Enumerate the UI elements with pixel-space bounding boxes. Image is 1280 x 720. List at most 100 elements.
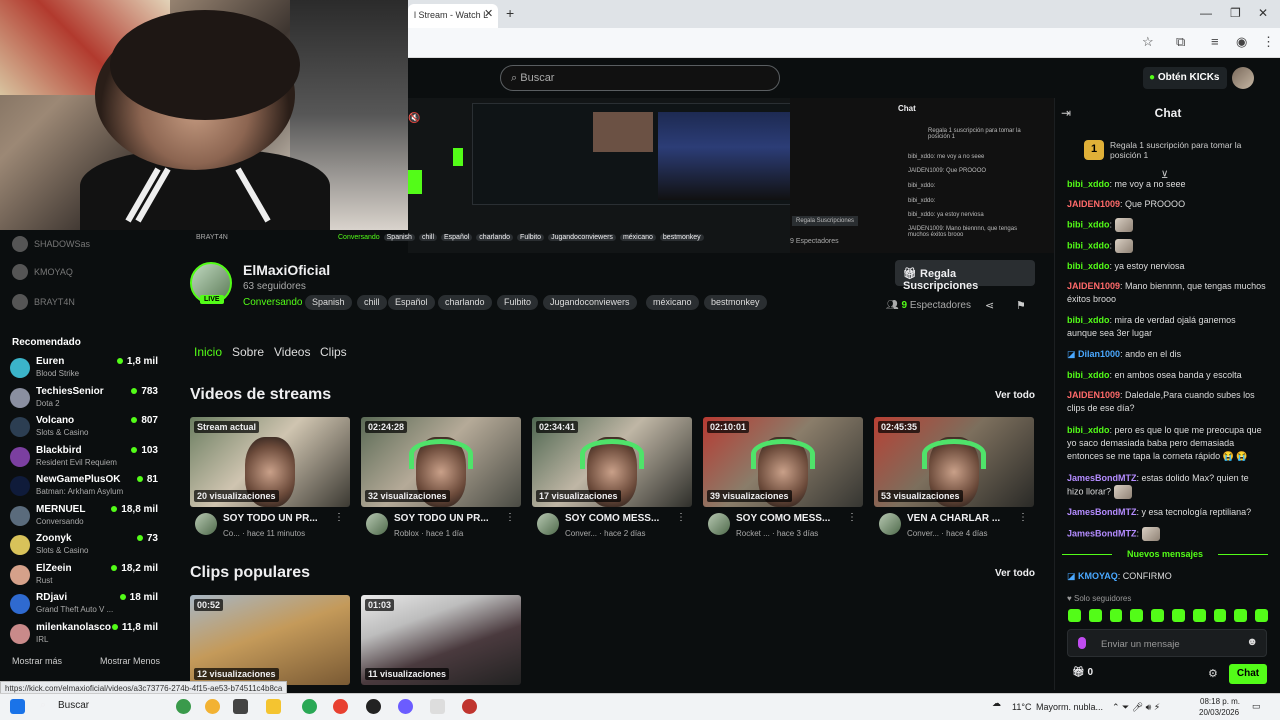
more-options-icon[interactable]: ⋮	[505, 512, 515, 523]
tag[interactable]: chill	[357, 295, 387, 310]
video-thumbnail[interactable]: 02:24:28 32 visualizaciones	[361, 417, 521, 507]
clips-section-title: Clips populares	[190, 564, 311, 581]
user-avatar[interactable]	[1232, 67, 1254, 89]
tab-clips[interactable]: Clips	[320, 345, 347, 359]
gear-icon[interactable]: ⚙	[1208, 667, 1218, 680]
tag[interactable]: Jugandoconviewers	[543, 295, 637, 310]
video-card[interactable]: 02:45:35 53 visualizaciones VEN A CHARLAR …	[874, 417, 1034, 543]
video-title[interactable]: VEN A CHARLAR ...	[907, 513, 1012, 524]
profile-icon[interactable]: ◉	[1236, 34, 1247, 50]
video-card[interactable]: 02:34:41 17 visualizaciones SOY COMO MESS.…	[532, 417, 692, 543]
video-card[interactable]: 02:24:28 32 visualizaciones SOY TODO UN PR…	[361, 417, 521, 543]
video-thumbnail[interactable]: 02:10:01 39 visualizaciones	[703, 417, 863, 507]
video-thumbnail[interactable]: 02:34:41 17 visualizaciones	[532, 417, 692, 507]
video-title[interactable]: SOY COMO MESS...	[736, 513, 841, 524]
chrome-icon[interactable]	[333, 699, 348, 714]
notifications-icon[interactable]: ▭	[1252, 701, 1261, 712]
sidebar-item-recommended[interactable]: Zoonyk Slots & Casino 73	[10, 533, 160, 561]
more-options-icon[interactable]: ⋮	[334, 512, 344, 523]
kicks-balance[interactable]: 🎁︎ 0	[1072, 667, 1093, 678]
clock-date[interactable]: 20/03/2026	[1199, 708, 1239, 717]
tag[interactable]: charlando	[438, 295, 492, 310]
share-icon[interactable]: ⋖	[985, 299, 994, 312]
channel-name: Zoonyk	[36, 533, 72, 544]
sidebar-item-offline[interactable]: KMOYAQ	[12, 264, 73, 280]
tab-videos[interactable]: Videos	[274, 345, 310, 359]
sidebar-item-recommended[interactable]: RDjavi Grand Theft Auto V ... 18 mil	[10, 592, 160, 620]
chat-input[interactable]: Enviar un mensaje ☻	[1067, 629, 1267, 657]
report-icon[interactable]: ⚑	[1016, 299, 1026, 312]
video-title[interactable]: SOY TODO UN PR...	[394, 513, 499, 524]
app-icon[interactable]	[462, 699, 477, 714]
app-icon[interactable]	[205, 699, 220, 714]
emote-bar[interactable]	[1068, 609, 1268, 625]
avatar	[10, 476, 30, 496]
minimize-icon[interactable]: —	[1200, 6, 1212, 20]
tag[interactable]: bestmonkey	[704, 295, 767, 310]
tag[interactable]: Fulbito	[497, 295, 539, 310]
sidebar-item-recommended[interactable]: Blackbird Resident Evil Requiem 103	[10, 445, 160, 473]
new-tab-icon[interactable]: +	[506, 5, 514, 21]
tag[interactable]: Spanish	[305, 295, 352, 310]
clip-card[interactable]: 01:03 11 visualizaciones	[361, 595, 521, 685]
tab-close-icon[interactable]: ✕	[484, 7, 493, 20]
tray-icons[interactable]: ⌃ ⏷ 🎤︎ 🔊︎ ⚡︎	[1112, 702, 1160, 713]
sidebar-item-recommended[interactable]: TechiesSenior Dota 2 783	[10, 386, 160, 414]
channel-name[interactable]: ElMaxiOficial	[243, 262, 330, 278]
sidebar-item-recommended[interactable]: milenkanolasco IRL 11,8 mil	[10, 622, 160, 650]
tag[interactable]: Español	[388, 295, 435, 310]
sidebar-item-recommended[interactable]: NewGamePlusOK Batman: Arkham Asylum 81	[10, 474, 160, 502]
category-link[interactable]: Conversando	[243, 297, 302, 308]
video-title[interactable]: SOY COMO MESS...	[565, 513, 670, 524]
video-thumbnail[interactable]: Stream actual 20 visualizaciones	[190, 417, 350, 507]
new-messages-divider[interactable]: Nuevos mensajes	[1062, 549, 1268, 559]
weather-icon[interactable]: ☁	[992, 698, 1001, 709]
sidebar-item-offline[interactable]: BRAYT4N	[12, 294, 75, 310]
tag[interactable]: méxicano	[646, 295, 699, 310]
more-options-icon[interactable]: ⋮	[847, 512, 857, 523]
more-options-icon[interactable]: ⋮	[676, 512, 686, 523]
tab-inicio[interactable]: Inicio	[194, 345, 222, 359]
widgets-icon[interactable]	[176, 699, 191, 714]
mic-icon[interactable]	[1078, 637, 1086, 649]
app-icon[interactable]	[398, 699, 413, 714]
search-input[interactable]: ⌕ Buscar	[500, 65, 780, 91]
show-less-link[interactable]: Mostrar Menos	[100, 656, 160, 666]
kick-coin-icon: ●	[1149, 72, 1156, 83]
media-icon[interactable]: ≡	[1211, 34, 1219, 49]
star-icon[interactable]: ☆	[1142, 34, 1154, 50]
video-card[interactable]: Stream actual 20 visualizaciones SOY TODO …	[190, 417, 350, 543]
menu-icon[interactable]: ⋮	[1262, 34, 1275, 50]
sidebar-item-offline[interactable]: SHADOWSas	[12, 236, 90, 252]
see-all-videos-link[interactable]: Ver todo	[995, 390, 1035, 401]
extensions-icon[interactable]: ⧉	[1176, 34, 1185, 50]
notepad-icon[interactable]	[430, 699, 445, 714]
window-close-icon[interactable]: ✕	[1258, 6, 1268, 20]
task-view-icon[interactable]	[233, 699, 248, 714]
more-options-icon[interactable]: ⋮	[1018, 512, 1028, 523]
mute-icon[interactable]: 🔇	[408, 113, 420, 124]
video-thumbnail[interactable]: 02:45:35 53 visualizaciones	[874, 417, 1034, 507]
emoji-icon[interactable]: ☻	[1246, 636, 1258, 648]
taskbar-search[interactable]: Buscar	[58, 700, 89, 711]
show-more-link[interactable]: Mostrar más	[12, 656, 62, 666]
obs-icon[interactable]	[366, 699, 381, 714]
clip-card[interactable]: 00:52 12 visualizaciones	[190, 595, 350, 685]
clock-time[interactable]: 08:18 p. m.	[1200, 697, 1240, 706]
whatsapp-icon[interactable]	[302, 699, 317, 714]
sidebar-item-recommended[interactable]: Volcano Slots & Casino 807	[10, 415, 160, 443]
sidebar-item-recommended[interactable]: MERNUEL Conversando 18,8 mil	[10, 504, 160, 532]
sidebar-item-recommended[interactable]: ElZeein Rust 18,2 mil	[10, 563, 160, 591]
sidebar-item-recommended[interactable]: Euren Blood Strike 1,8 mil	[10, 356, 160, 384]
send-chat-button[interactable]: Chat	[1229, 664, 1267, 684]
file-explorer-icon[interactable]	[266, 699, 281, 714]
tab-sobre[interactable]: Sobre	[232, 345, 264, 359]
gift-subs-button[interactable]: 🎁︎ Regala Suscripciones	[895, 260, 1035, 292]
windows-start-icon[interactable]	[10, 699, 25, 714]
video-card[interactable]: 02:10:01 39 visualizaciones SOY COMO MESS.…	[703, 417, 863, 543]
get-kicks-button[interactable]: ● Obtén KICKs	[1143, 67, 1227, 89]
sub-leaderboard[interactable]: 1 Regala 1 suscripción para tomar la pos…	[1084, 138, 1254, 166]
maximize-icon[interactable]: ❐	[1230, 6, 1241, 20]
video-title[interactable]: SOY TODO UN PR...	[223, 513, 328, 524]
see-all-clips-link[interactable]: Ver todo	[995, 568, 1035, 579]
